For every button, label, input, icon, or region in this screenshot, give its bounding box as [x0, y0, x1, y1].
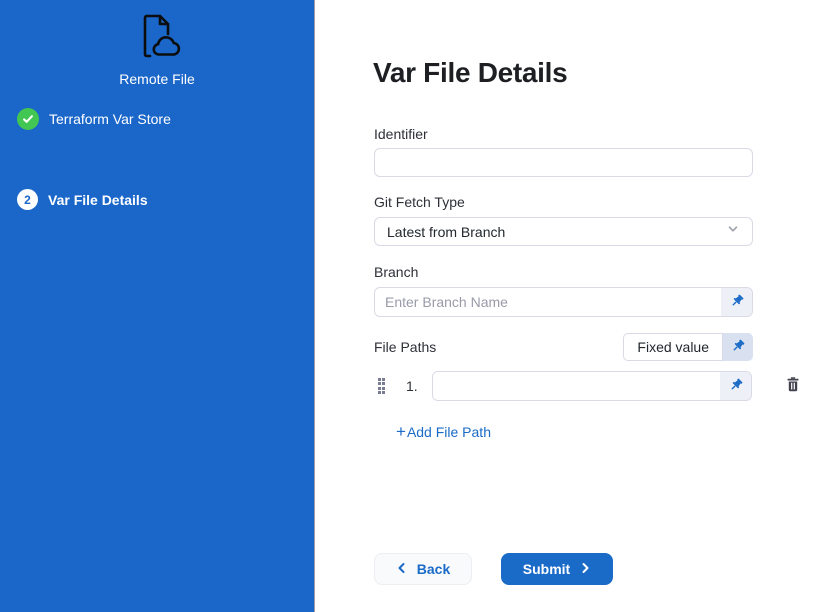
wizard-sidebar: Remote File Terraform Var Store 2 Var Fi…: [0, 0, 315, 612]
submit-button[interactable]: Submit: [501, 553, 613, 585]
identifier-input[interactable]: [374, 148, 753, 177]
file-paths-header: File Paths Fixed value: [374, 333, 753, 361]
submit-button-label: Submit: [523, 561, 570, 577]
chevron-left-icon: [396, 561, 408, 577]
add-file-path-label: Add File Path: [407, 424, 491, 440]
git-fetch-type-value: Latest from Branch: [387, 224, 505, 240]
row-index: 1.: [406, 378, 420, 394]
back-button-label: Back: [417, 561, 450, 577]
drag-handle-icon[interactable]: [378, 378, 389, 394]
branch-field: [374, 287, 753, 317]
pushpin-icon: [728, 377, 744, 396]
store-type-label: Remote File: [0, 71, 314, 87]
page-title: Var File Details: [373, 57, 567, 89]
trash-icon: [785, 376, 801, 396]
var-file-details-panel: Var File Details Identifier Git Fetch Ty…: [316, 0, 836, 612]
file-paths-label: File Paths: [374, 339, 436, 355]
delete-row-button[interactable]: [785, 376, 801, 396]
sidebar-step-terraform-var-store[interactable]: Terraform Var Store: [17, 108, 171, 130]
step-label: Var File Details: [48, 192, 148, 208]
remote-file-cloud-icon: [130, 10, 184, 69]
chevron-right-icon: [579, 561, 591, 577]
fixed-value-button[interactable]: Fixed value: [623, 333, 723, 361]
back-button[interactable]: Back: [374, 553, 472, 585]
check-circle-icon: [17, 108, 39, 130]
branch-input-type-toggle[interactable]: [721, 288, 752, 316]
identifier-label: Identifier: [374, 126, 428, 142]
file-paths-input-type: Fixed value: [623, 333, 753, 361]
store-type-block: Remote File: [0, 10, 314, 87]
pushpin-icon: [729, 293, 745, 312]
add-file-path-button[interactable]: + Add File Path: [396, 424, 491, 440]
file-path-input[interactable]: [433, 372, 720, 400]
plus-icon: +: [396, 425, 406, 439]
sidebar-step-var-file-details[interactable]: 2 Var File Details: [17, 189, 148, 210]
branch-label: Branch: [374, 264, 418, 280]
file-paths-type-toggle[interactable]: [723, 333, 753, 361]
step-number-badge: 2: [17, 189, 38, 210]
file-path-field: [432, 371, 752, 401]
branch-input[interactable]: [375, 288, 721, 316]
git-fetch-type-label: Git Fetch Type: [374, 194, 465, 210]
chevron-down-icon: [726, 222, 740, 241]
file-path-input-type-toggle[interactable]: [720, 372, 751, 400]
git-fetch-type-select[interactable]: Latest from Branch: [374, 217, 753, 246]
step-label: Terraform Var Store: [49, 111, 171, 127]
pushpin-icon: [730, 338, 746, 357]
file-path-row: 1.: [378, 371, 801, 401]
